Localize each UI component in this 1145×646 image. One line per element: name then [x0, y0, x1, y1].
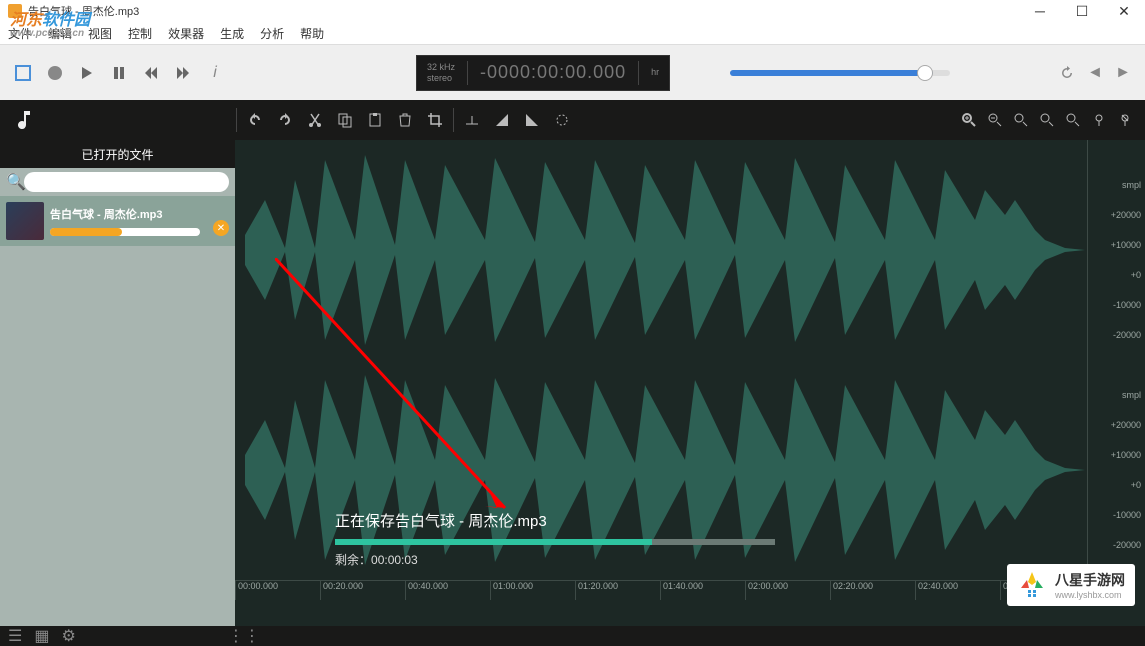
list-button[interactable]: ☰ — [8, 626, 22, 646]
menu-effects[interactable]: 效果器 — [168, 25, 204, 42]
menu-generate[interactable]: 生成 — [220, 25, 244, 42]
amplitude-scale: smpl +20000 +10000 +0 -10000 -20000 smpl… — [1087, 140, 1145, 580]
pause-button[interactable] — [108, 62, 130, 84]
undo-button[interactable] — [247, 112, 263, 128]
transport-toolbar: i 32 kHz stereo -0000:00:00.000 hr ◄ ► — [0, 44, 1145, 100]
prev-button[interactable]: ◄ — [1085, 63, 1105, 83]
search-icon: 🔍 — [6, 172, 20, 192]
drag-handle-icon[interactable]: ⋮⋮ — [228, 626, 260, 646]
loop-icon[interactable] — [554, 112, 570, 128]
statusbar: ☰ ▦ ⚙ ⋮⋮ — [0, 626, 1145, 646]
menu-edit[interactable]: 编辑 — [48, 25, 72, 42]
close-button[interactable]: ✕ — [1103, 0, 1145, 22]
music-note-icon — [12, 108, 36, 132]
info-button[interactable]: i — [204, 62, 226, 84]
menu-file[interactable]: 文件 — [8, 25, 32, 42]
minimize-button[interactable]: ─ — [1019, 0, 1061, 22]
settings-button[interactable]: ⚙ — [61, 626, 75, 646]
stop-button[interactable] — [12, 62, 34, 84]
file-progress — [50, 228, 200, 236]
waveform-area[interactable]: smpl +20000 +10000 +0 -10000 -20000 smpl… — [235, 140, 1145, 626]
sidebar-header: 已打开的文件 — [0, 140, 235, 168]
zoom-out-button[interactable] — [987, 112, 1003, 128]
menubar: 文件 编辑 视图 控制 效果器 生成 分析 帮助 — [0, 22, 1145, 44]
sidebar: 已打开的文件 🔍 告白气球 - 周杰伦.mp3 ✕ — [0, 140, 235, 626]
menu-view[interactable]: 视图 — [88, 25, 112, 42]
cut-button[interactable] — [307, 112, 323, 128]
fadeout-icon[interactable] — [524, 112, 540, 128]
marker-clear-icon[interactable] — [1117, 112, 1133, 128]
zoom-fit-button[interactable] — [1013, 112, 1029, 128]
menu-help[interactable]: 帮助 — [300, 25, 324, 42]
save-remaining: 剩余：00:00:03 — [335, 551, 775, 568]
volume-slider[interactable] — [730, 70, 950, 76]
save-status-text: 正在保存告白气球 - 周杰伦.mp3 — [335, 510, 775, 531]
main-area: 已打开的文件 🔍 告白气球 - 周杰伦.mp3 ✕ — [0, 140, 1145, 626]
fadein-icon[interactable] — [494, 112, 510, 128]
window-controls: ─ ☐ ✕ — [1019, 0, 1145, 22]
history-button[interactable] — [1057, 63, 1077, 83]
redo-button[interactable] — [277, 112, 293, 128]
stereo-label: stereo — [427, 73, 455, 84]
file-close-button[interactable]: ✕ — [213, 220, 229, 236]
file-name: 告白气球 - 周杰伦.mp3 — [50, 206, 229, 222]
waveform-channel-left — [235, 140, 1085, 360]
forward-button[interactable] — [172, 62, 194, 84]
fade-tool-icon[interactable] — [464, 112, 480, 128]
file-item[interactable]: 告白气球 - 周杰伦.mp3 ✕ — [0, 196, 235, 246]
crop-button[interactable] — [427, 112, 443, 128]
maximize-button[interactable]: ☐ — [1061, 0, 1103, 22]
save-progress-bar — [335, 539, 775, 545]
app-icon — [8, 4, 22, 18]
delete-button[interactable] — [397, 112, 413, 128]
paste-button[interactable] — [367, 112, 383, 128]
search-input[interactable] — [24, 172, 229, 192]
watermark-baxing: 八星手游网 www.lyshbx.com — [1007, 564, 1135, 606]
zoom-full-button[interactable] — [1065, 112, 1081, 128]
window-title: 告白气球 - 周杰伦.mp3 — [28, 3, 139, 19]
time-display: 32 kHz stereo -0000:00:00.000 hr — [416, 55, 670, 91]
timeline-ruler[interactable]: 00:00.00000:20.00000:40.000 01:00.00001:… — [235, 580, 1085, 600]
menu-control[interactable]: 控制 — [128, 25, 152, 42]
baxing-logo-icon — [1017, 570, 1047, 600]
marker-add-icon[interactable] — [1091, 112, 1107, 128]
file-thumbnail — [6, 202, 44, 240]
save-progress-overlay: 正在保存告白气球 - 周杰伦.mp3 剩余：00:00:03 — [335, 510, 775, 568]
menu-analyze[interactable]: 分析 — [260, 25, 284, 42]
edit-toolbar — [0, 100, 1145, 140]
zoom-sel-button[interactable] — [1039, 112, 1055, 128]
time-value: -0000:00:00.000 — [480, 62, 626, 83]
next-button[interactable]: ► — [1113, 63, 1133, 83]
grid-button[interactable]: ▦ — [34, 626, 49, 646]
time-unit: hr — [651, 67, 659, 78]
khz-label: 32 kHz — [427, 62, 455, 73]
zoom-in-button[interactable] — [961, 112, 977, 128]
copy-button[interactable] — [337, 112, 353, 128]
rewind-button[interactable] — [140, 62, 162, 84]
record-button[interactable] — [44, 62, 66, 84]
play-button[interactable] — [76, 62, 98, 84]
titlebar: 告白气球 - 周杰伦.mp3 — [0, 0, 1145, 22]
